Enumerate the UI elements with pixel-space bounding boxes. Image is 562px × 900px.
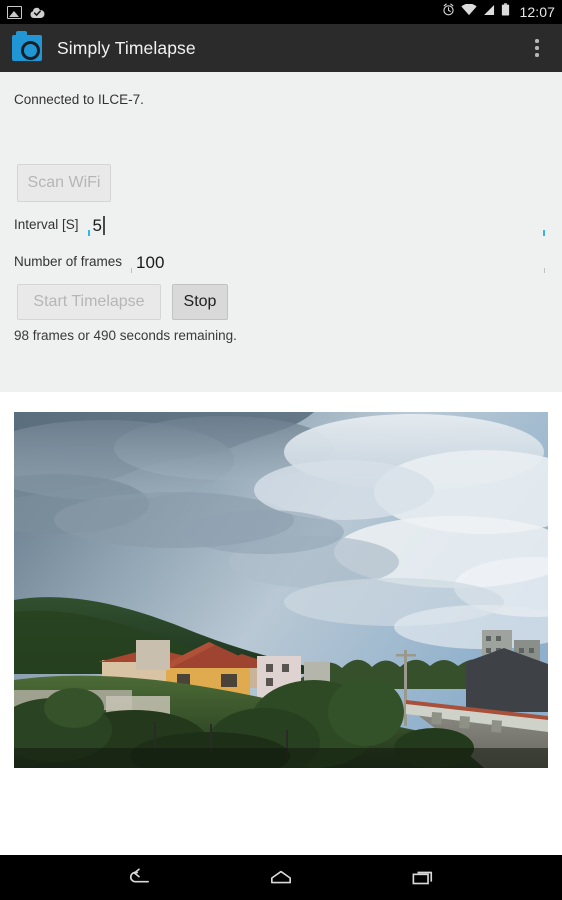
overflow-menu-icon[interactable]: [524, 31, 550, 65]
app-title: Simply Timelapse: [57, 37, 196, 58]
text-cursor: [103, 216, 105, 235]
status-bar-clock: 12:07: [519, 4, 555, 20]
battery-icon: [501, 3, 510, 21]
interval-label: Interval [S]: [14, 217, 79, 232]
frames-field-row: Number of frames 100: [0, 252, 562, 273]
wifi-icon: [461, 3, 478, 21]
back-icon[interactable]: [116, 861, 162, 895]
recents-icon[interactable]: [400, 861, 446, 895]
start-timelapse-button[interactable]: Start Timelapse: [17, 284, 161, 320]
controls-panel: Connected to ILCE-7. Scan WiFi Interval …: [0, 72, 562, 392]
overflow-dot: [535, 53, 539, 57]
status-bar-left-icons: [7, 5, 46, 19]
remaining-status-text: 98 frames or 490 seconds remaining.: [14, 328, 237, 343]
navigation-bar: [0, 855, 562, 900]
camera-app-icon: [12, 31, 42, 61]
screenshot-image-icon: [7, 5, 22, 19]
interval-field-row: Interval [S] 5: [0, 215, 562, 236]
stop-button[interactable]: Stop: [172, 284, 228, 320]
timelapse-photo-preview: [14, 412, 548, 768]
frames-input-wrapper[interactable]: 100: [131, 252, 545, 273]
download-complete-icon: [29, 5, 46, 19]
interval-input[interactable]: 5: [88, 216, 105, 238]
overflow-dot: [535, 46, 539, 50]
alarm-icon: [442, 3, 455, 21]
connection-status-text: Connected to ILCE-7.: [14, 92, 144, 107]
status-bar: 12:07: [0, 0, 562, 24]
frames-input[interactable]: 100: [131, 253, 164, 275]
status-bar-right-icons: 12:07: [442, 3, 555, 21]
action-buttons-row: Start Timelapse Stop: [17, 284, 228, 320]
scan-wifi-button[interactable]: Scan WiFi: [17, 164, 111, 202]
app-screen: 12:07 Simply Timelapse Connected to ILCE…: [0, 0, 562, 900]
preview-area: [0, 392, 562, 855]
signal-icon: [483, 3, 495, 21]
interval-value: 5: [92, 216, 102, 235]
interval-input-wrapper[interactable]: 5: [88, 215, 545, 236]
overflow-dot: [535, 39, 539, 43]
home-icon[interactable]: [258, 861, 304, 895]
app-bar: Simply Timelapse: [0, 24, 562, 72]
frames-label: Number of frames: [14, 254, 123, 269]
